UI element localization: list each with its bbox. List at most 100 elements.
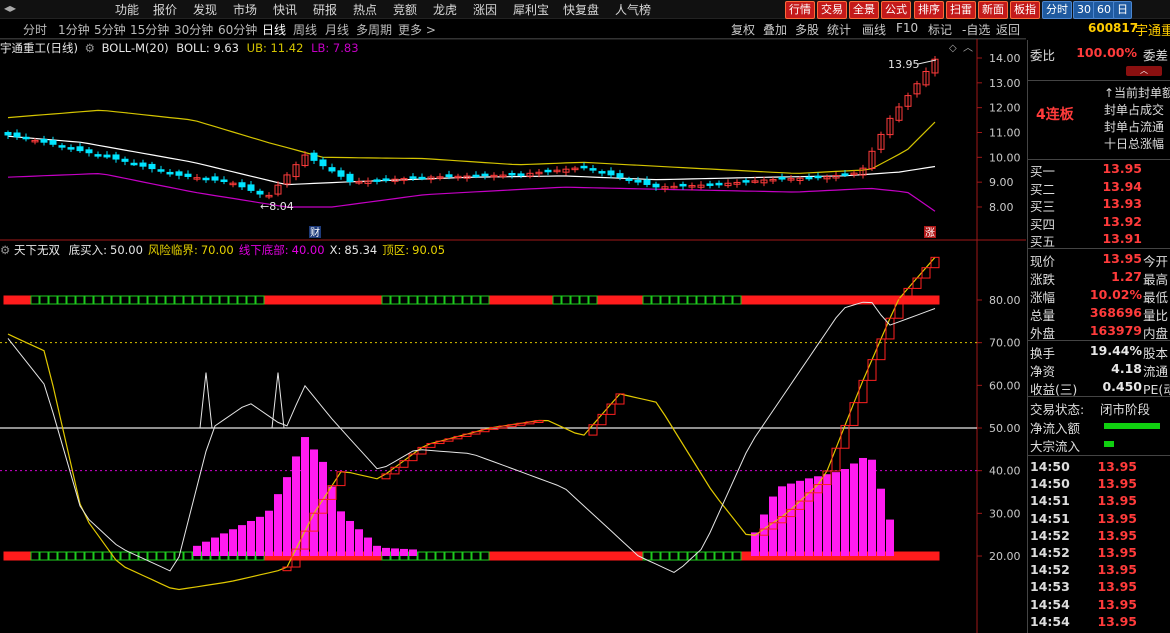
- hist-bar: [247, 520, 255, 557]
- candle-body: [121, 158, 129, 162]
- rise-box: [615, 393, 625, 405]
- candle-body: [112, 154, 120, 160]
- min-price-label: ←8.04: [260, 200, 294, 213]
- bottom-ribbon-cell: [66, 551, 76, 561]
- bottom-ribbon-cell: [93, 551, 103, 561]
- bid-row-1: 买二 13.94: [1028, 179, 1170, 197]
- top-ribbon-cell: [903, 295, 913, 305]
- top-ribbon-cell: [435, 295, 445, 305]
- candle-body: [130, 162, 138, 166]
- quick-button-10[interactable]: 60: [1093, 1, 1115, 19]
- stat-row-2: 涨幅 10.02% 最低: [1028, 287, 1170, 305]
- top-ribbon-cell: [426, 295, 436, 305]
- stat-value: 163979: [1089, 323, 1142, 338]
- bottom-ribbon-cell: [102, 551, 112, 561]
- top-ribbon-cell: [57, 295, 67, 305]
- bottom-ribbon-cell: [732, 551, 742, 561]
- stat-value: 4.18: [1111, 361, 1142, 376]
- hist-bar: [868, 459, 876, 557]
- top-ribbon-cell: [561, 295, 571, 305]
- top-ribbon-cell: [246, 295, 256, 305]
- hist-bar: [355, 529, 363, 557]
- stat-value: 368696: [1089, 305, 1142, 320]
- bottom-ribbon-cell: [534, 551, 544, 561]
- bottom-ribbon-cell: [165, 551, 175, 561]
- bottom-ribbon-cell: [741, 551, 751, 561]
- candle-body: [238, 182, 246, 188]
- quick-button-8[interactable]: 分时: [1042, 1, 1072, 19]
- bottom-ribbon-cell: [912, 551, 922, 561]
- candle-body: [220, 179, 228, 182]
- quote-panel: 600817 宇通重工 委比 100.00% 委差 ︿ 4连板 ↑当前封单额封单…: [1027, 19, 1170, 633]
- rise-box: [921, 267, 931, 279]
- hist-bar: [202, 541, 210, 557]
- top-ribbon-cell: [921, 295, 931, 305]
- top-ribbon-cell: [579, 295, 589, 305]
- stat-extra: 最高: [1143, 272, 1169, 287]
- cai-badge-text: 财: [310, 226, 320, 239]
- bid-price: 13.92: [1102, 213, 1142, 229]
- bottom-ribbon-cell: [696, 551, 706, 561]
- net-inflow-bar: [1104, 423, 1160, 429]
- hist-bar: [823, 474, 831, 557]
- rise-box: [417, 446, 427, 455]
- diamond-icon[interactable]: ◇: [949, 43, 957, 54]
- hist-bar: [301, 437, 309, 557]
- hist-bar: [319, 461, 327, 557]
- stat-label: 净资: [1030, 364, 1056, 379]
- bid-label: 买四: [1030, 216, 1056, 232]
- top-ribbon-cell: [264, 295, 274, 305]
- top-ribbon-cell: [732, 295, 742, 305]
- top-ribbon-cell: [804, 295, 814, 305]
- top-ribbon-cell: [696, 295, 706, 305]
- expand-button[interactable]: ︿: [1126, 66, 1162, 76]
- candle-body: [373, 179, 381, 182]
- top-ribbon-cell: [300, 295, 310, 305]
- top-ribbon-cell: [255, 295, 265, 305]
- block-inflow-label: 大宗流入: [1030, 439, 1081, 454]
- top-ribbon-cell: [498, 295, 508, 305]
- candle-body: [337, 170, 345, 177]
- top-ribbon-cell: [597, 295, 607, 305]
- hist-bar: [859, 457, 867, 557]
- ub-line: [7, 109, 936, 174]
- top-ribbon-cell: [399, 295, 409, 305]
- top-ribbon-cell: [831, 295, 841, 305]
- tick-price: 13.95: [1097, 596, 1137, 612]
- bottom-ribbon-cell: [183, 551, 193, 561]
- hist-bar: [841, 469, 849, 557]
- bid-row-4: 买五 13.91: [1028, 231, 1170, 249]
- chart-area[interactable]: 14.00 13.00 12.00 11.00 10.00 9.00 8.00 80.00 70…: [0, 0, 1026, 633]
- top-ribbon-cell: [201, 295, 211, 305]
- stat-value: 19.44%: [1089, 343, 1142, 358]
- top-ribbon-cell: [651, 295, 661, 305]
- stat-label: 涨跌: [1030, 272, 1056, 287]
- rise-box: [399, 460, 409, 468]
- net-inflow-label: 净流入额: [1030, 421, 1081, 436]
- zhang-badge-text: 涨: [925, 227, 935, 239]
- hist-bar: [238, 525, 246, 557]
- top-ribbon-cell: [669, 295, 679, 305]
- top-ribbon-cell: [768, 295, 778, 305]
- candle-body: [139, 162, 147, 167]
- quick-button-9[interactable]: 30: [1073, 1, 1095, 19]
- top-ribbon-cell: [777, 295, 787, 305]
- rise-box: [381, 473, 391, 480]
- candle-body: [247, 184, 255, 191]
- top-ribbon-cell: [318, 295, 328, 305]
- bottom-ribbon-cell: [651, 551, 661, 561]
- bottom-ribbon-cell: [30, 551, 40, 561]
- bid-row-3: 买四 13.92: [1028, 213, 1170, 232]
- price-tick: 9.00: [989, 176, 1014, 189]
- candle-body: [580, 165, 588, 169]
- candle-body: [211, 176, 219, 181]
- hist-bar: [886, 519, 894, 557]
- candle-body: [598, 171, 606, 174]
- quick-button-11[interactable]: 日: [1113, 1, 1132, 19]
- stat-row-4: 外盘 163979 内盘: [1028, 323, 1170, 341]
- bid-price: 13.91: [1102, 231, 1142, 246]
- chevron-up-icon[interactable]: ︿: [963, 43, 973, 54]
- candle-body: [679, 183, 687, 187]
- top-ribbon-cell: [228, 295, 238, 305]
- stat-extra: 流通: [1143, 364, 1169, 379]
